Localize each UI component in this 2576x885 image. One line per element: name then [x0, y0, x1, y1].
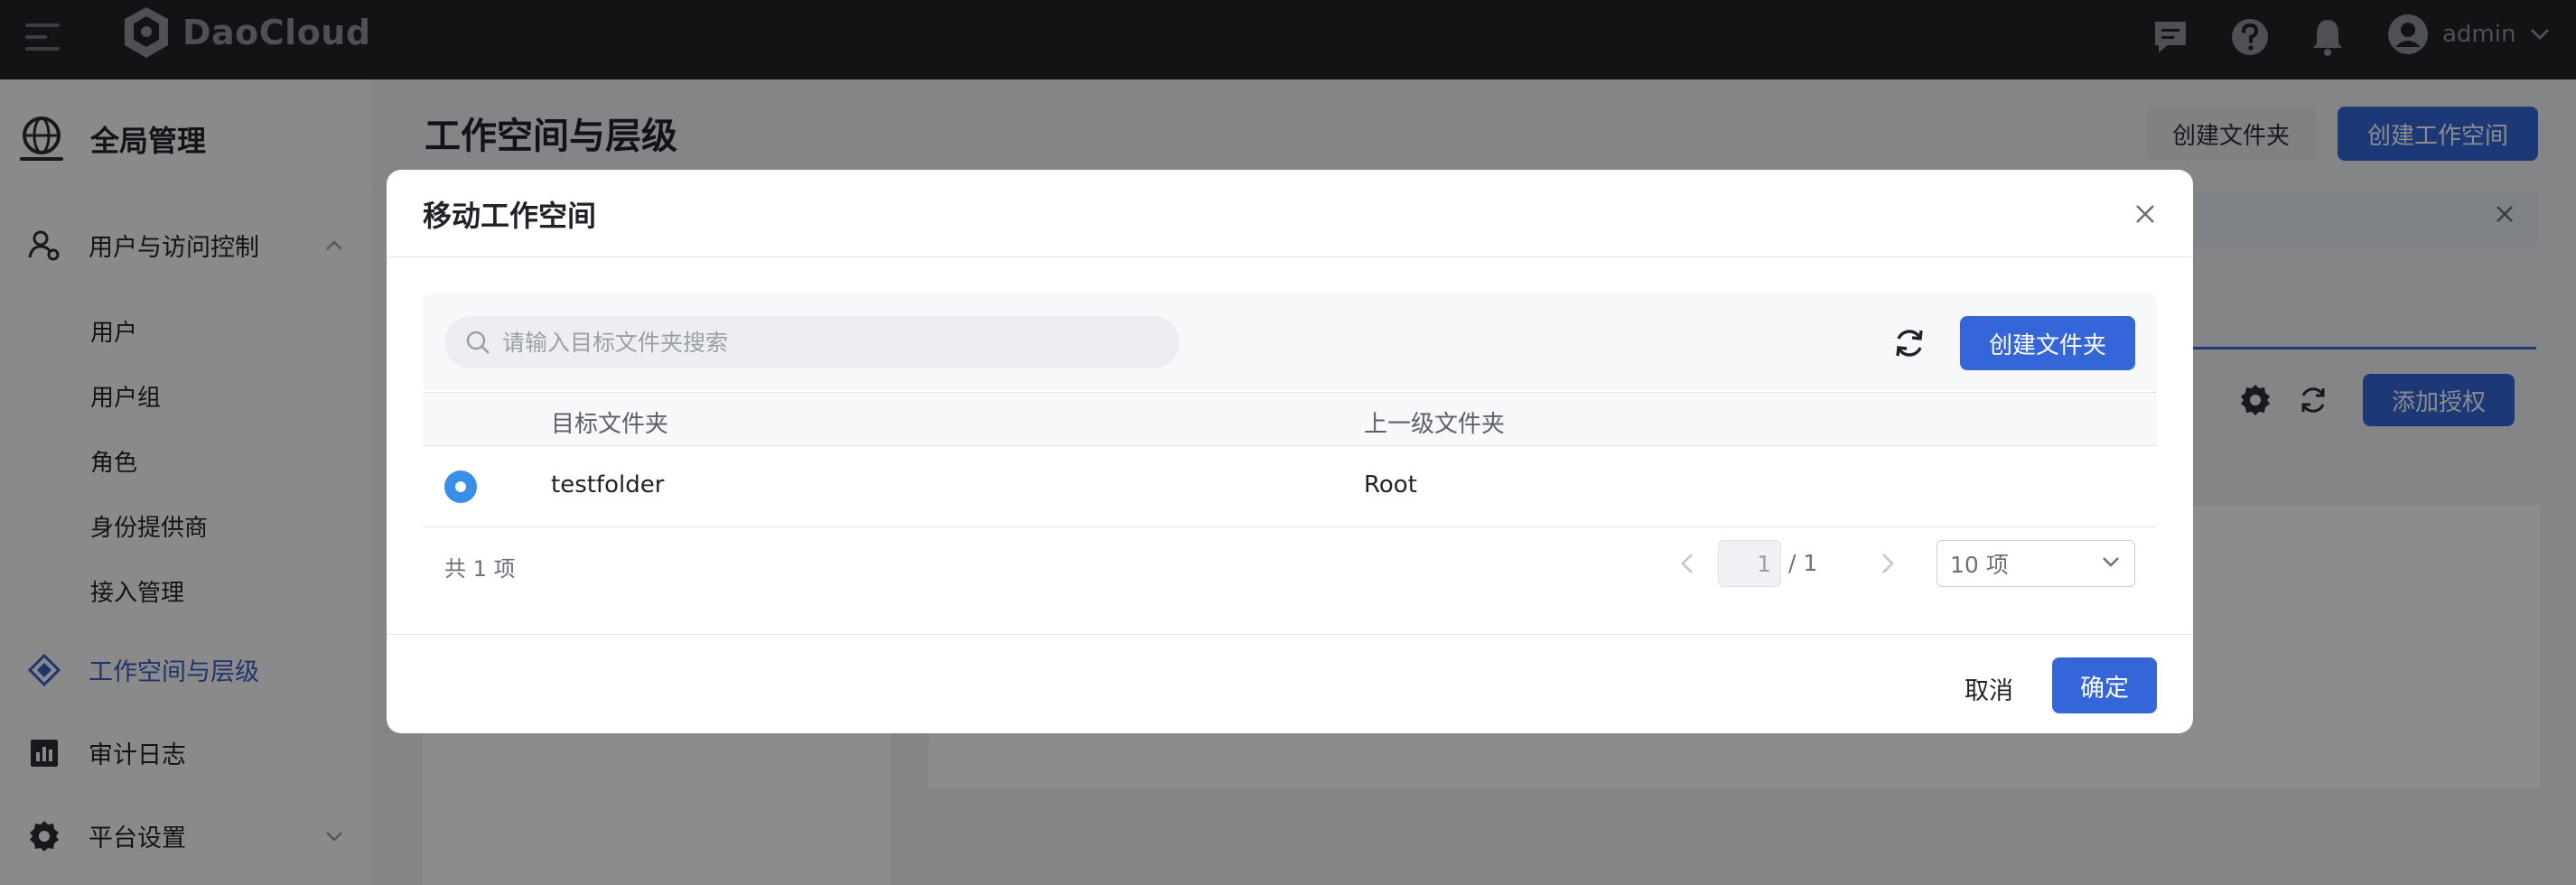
search-input-wrapper[interactable] — [444, 316, 1180, 368]
chevron-right-icon[interactable] — [1881, 553, 1895, 574]
dialog-footer-divider — [387, 634, 2193, 635]
column-header-parent-folder: 上一级文件夹 — [1364, 411, 1506, 438]
search-icon — [466, 331, 490, 354]
cell-target-folder: testfolder — [551, 471, 665, 498]
dialog-create-folder-button[interactable]: 创建文件夹 — [1960, 316, 2135, 370]
total-count: 共 1 项 — [444, 556, 516, 582]
page-total: / 1 — [1788, 550, 1818, 576]
chevron-down-icon — [2103, 557, 2119, 567]
dialog-title: 移动工作空间 — [423, 199, 597, 233]
cancel-button[interactable]: 取消 — [1947, 661, 2030, 715]
confirm-button[interactable]: 确定 — [2052, 657, 2157, 713]
column-header-target-folder: 目标文件夹 — [551, 411, 669, 438]
search-input[interactable] — [502, 329, 1134, 356]
refresh-icon[interactable] — [1890, 323, 1929, 363]
dialog-divider — [387, 256, 2193, 257]
page-size-select[interactable]: 10 项 — [1937, 540, 2135, 587]
move-workspace-dialog: 移动工作空间 目标文件夹 上一级文件夹 testfolder Root 共 1 … — [387, 170, 2193, 733]
page-number-input[interactable]: 1 — [1718, 540, 1781, 587]
table-header: 目标文件夹 上一级文件夹 — [423, 392, 2157, 446]
row-radio[interactable] — [444, 470, 477, 503]
cell-parent-folder: Root — [1364, 471, 1417, 498]
close-icon[interactable] — [2133, 202, 2157, 226]
table-row[interactable]: testfolder Root — [423, 446, 2157, 527]
chevron-left-icon[interactable] — [1680, 553, 1694, 574]
page-size-value: 10 项 — [1950, 552, 2009, 578]
